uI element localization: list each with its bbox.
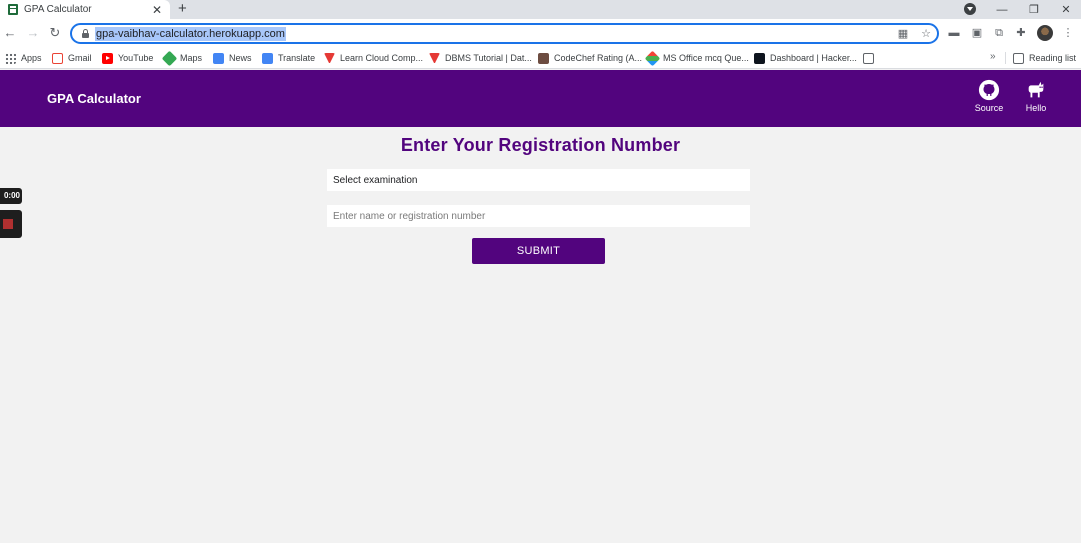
bookmark-apps[interactable]: Apps bbox=[5, 51, 42, 65]
codechef-icon bbox=[538, 52, 549, 64]
triangle-icon bbox=[429, 52, 440, 64]
browser-toolbar: ← → ↻ gpa-vaibhav-calculator.herokuapp.c… bbox=[0, 19, 1081, 47]
browser-tab[interactable]: GPA Calculator ✕ bbox=[0, 0, 170, 19]
source-link[interactable]: Source bbox=[969, 79, 1009, 113]
reading-list-icon bbox=[1013, 52, 1024, 64]
page-heading: Enter Your Registration Number bbox=[400, 135, 681, 155]
extension-image-icon[interactable]: ▣ bbox=[970, 26, 984, 40]
bookmarks-bar: Apps Gmail YouTube Maps News Translate L… bbox=[0, 47, 1081, 69]
url-text[interactable]: gpa-vaibhav-calculator.herokuapp.com bbox=[95, 27, 286, 41]
hello-link[interactable]: Hello bbox=[1016, 79, 1056, 113]
apps-grid-icon bbox=[5, 52, 16, 64]
extension-screen-icon[interactable]: ▬ bbox=[947, 26, 961, 40]
gmail-icon bbox=[52, 52, 63, 64]
triangle-icon bbox=[324, 52, 335, 64]
bookmark-translate[interactable]: Translate bbox=[262, 51, 315, 65]
bookmark-learn-cloud[interactable]: Learn Cloud Comp... bbox=[324, 51, 423, 65]
examination-select-value: Select examination bbox=[333, 174, 418, 186]
extensions-puzzle-icon[interactable]: ✚ bbox=[1014, 26, 1028, 40]
stop-record-icon[interactable] bbox=[3, 219, 13, 229]
globe-icon bbox=[863, 52, 874, 64]
tab-title: GPA Calculator bbox=[24, 4, 92, 15]
bookmark-maps[interactable]: Maps bbox=[161, 50, 202, 66]
recorder-timer: 0:00 bbox=[0, 188, 22, 204]
youtube-icon bbox=[102, 52, 113, 64]
bookmark-globe[interactable] bbox=[863, 51, 879, 65]
extension-copy-icon[interactable]: ⧉ bbox=[992, 26, 1006, 40]
lock-icon[interactable] bbox=[82, 29, 89, 38]
github-icon bbox=[978, 79, 1000, 101]
source-label: Source bbox=[974, 103, 1004, 113]
news-icon bbox=[213, 52, 224, 64]
translate-icon bbox=[262, 52, 273, 64]
reading-list-button[interactable]: Reading list bbox=[1013, 51, 1076, 65]
bookmark-youtube[interactable]: YouTube bbox=[102, 51, 153, 65]
examination-select[interactable]: Select examination bbox=[327, 169, 750, 191]
close-window-button[interactable]: ✕ bbox=[1050, 0, 1081, 19]
back-icon[interactable]: ← bbox=[2, 25, 18, 41]
bookmarks-more-icon[interactable]: » bbox=[990, 51, 996, 62]
registration-input[interactable] bbox=[327, 205, 750, 227]
address-bar[interactable]: gpa-vaibhav-calculator.herokuapp.com ▦ ☆ bbox=[70, 23, 939, 44]
tab-close-icon[interactable]: ✕ bbox=[150, 3, 164, 17]
bookmark-dbms[interactable]: DBMS Tutorial | Dat... bbox=[429, 51, 532, 65]
bookmarks-divider bbox=[1005, 52, 1006, 64]
tab-search-icon[interactable] bbox=[964, 3, 976, 15]
bookmark-star-icon[interactable]: ☆ bbox=[919, 27, 933, 41]
cat-icon bbox=[1028, 81, 1044, 98]
hackerrank-icon bbox=[754, 52, 765, 64]
profile-avatar[interactable] bbox=[1037, 25, 1053, 41]
menu-kebab-icon[interactable]: ⋮ bbox=[1061, 26, 1075, 40]
restore-button[interactable]: ❐ bbox=[1018, 0, 1050, 19]
recorder-widget[interactable] bbox=[0, 210, 22, 238]
minimize-button[interactable]: — bbox=[986, 0, 1018, 19]
bookmark-hackerrank[interactable]: Dashboard | Hacker... bbox=[754, 51, 857, 65]
reload-icon[interactable]: ↻ bbox=[47, 25, 63, 41]
ms-icon bbox=[644, 50, 661, 66]
new-tab-button[interactable]: + bbox=[178, 1, 187, 17]
forward-icon[interactable]: → bbox=[25, 25, 41, 41]
maps-icon bbox=[161, 50, 178, 66]
bookmark-codechef[interactable]: CodeChef Rating (A... bbox=[538, 51, 642, 65]
bookmark-news[interactable]: News bbox=[213, 51, 252, 65]
hello-label: Hello bbox=[1025, 103, 1047, 113]
submit-button[interactable]: SUBMIT bbox=[472, 238, 605, 264]
bookmark-gmail[interactable]: Gmail bbox=[52, 51, 92, 65]
qr-code-icon[interactable]: ▦ bbox=[896, 27, 910, 41]
bookmark-ms-office[interactable]: MS Office mcq Que... bbox=[644, 50, 749, 66]
app-brand[interactable]: GPA Calculator bbox=[47, 91, 141, 106]
calculator-icon bbox=[8, 4, 18, 15]
tab-strip: GPA Calculator ✕ + — ❐ ✕ bbox=[0, 0, 1081, 19]
app-header: GPA Calculator Source Hello bbox=[0, 70, 1081, 127]
